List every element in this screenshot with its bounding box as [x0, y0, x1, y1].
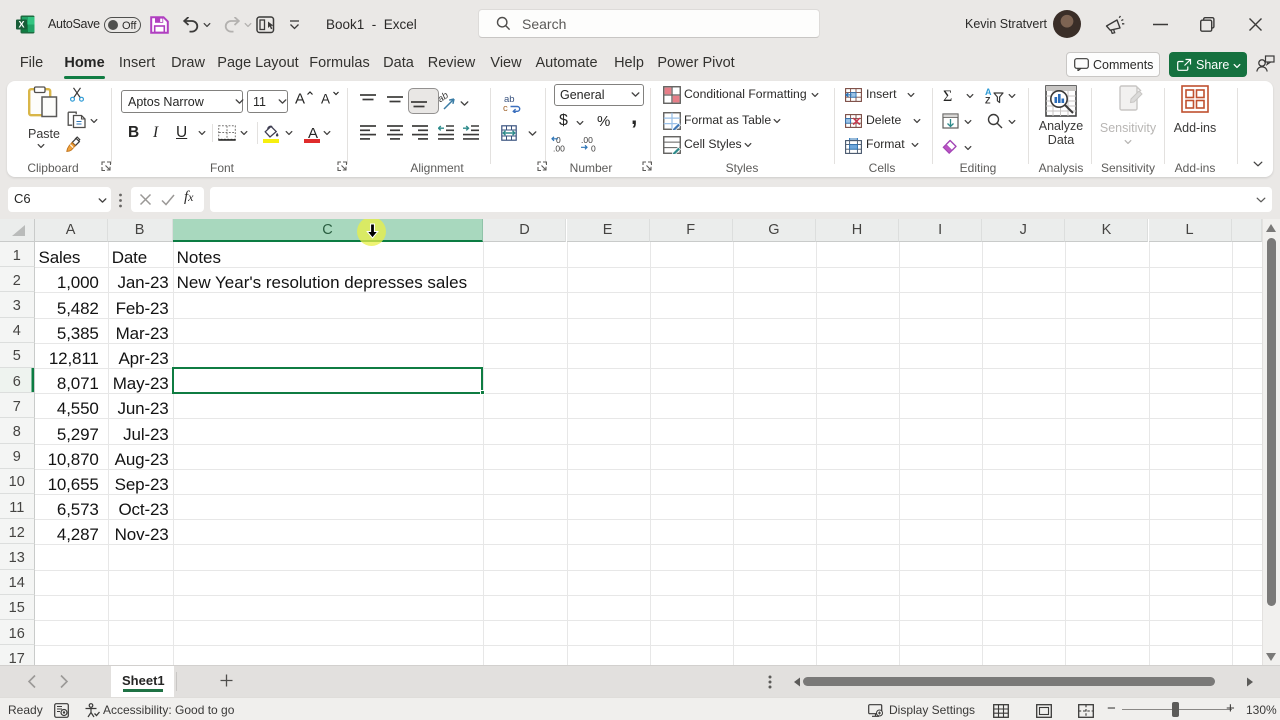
svg-text:X: X: [18, 20, 24, 30]
svg-text:Σ: Σ: [943, 88, 952, 103]
svg-text:A: A: [321, 92, 330, 106]
svg-text:A: A: [295, 91, 305, 106]
svg-text:.00: .00: [553, 144, 565, 153]
svg-text:ab: ab: [438, 92, 451, 105]
svg-text:0: 0: [591, 144, 596, 153]
svg-text:Z: Z: [985, 96, 991, 105]
svg-text:c: c: [503, 103, 508, 113]
